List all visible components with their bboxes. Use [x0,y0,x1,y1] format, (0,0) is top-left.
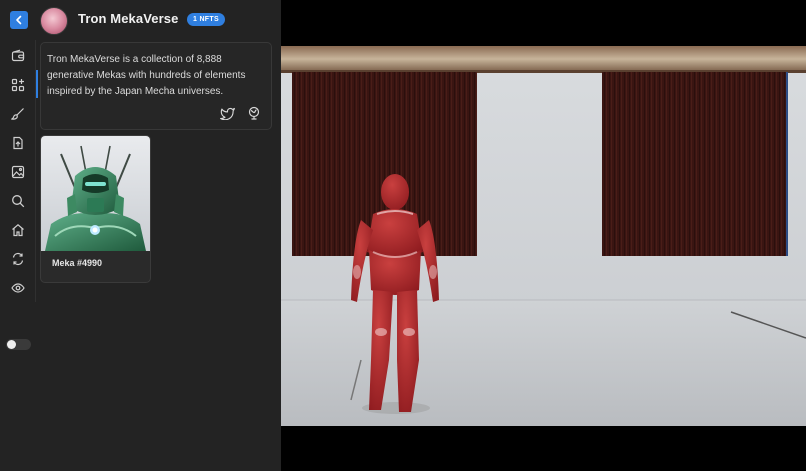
sidebar-item-apps[interactable] [9,76,27,94]
left-panel: Tron MekaVerse 1 NFTS Tron MekaVerse is … [0,0,281,471]
sidebar-item-gallery[interactable] [9,163,27,181]
brush-icon [11,108,24,120]
sidebar-item-upload[interactable] [9,134,27,152]
swap-icon [12,252,24,266]
twitter-link[interactable] [218,104,236,122]
sidebar-item-wallet[interactable] [9,47,27,65]
sidebar-item-home[interactable] [9,221,27,239]
sidebar-item-swap[interactable] [9,250,27,268]
collection-description: Tron MekaVerse is a collection of 8,888 … [47,54,246,97]
upload-icon [13,136,23,150]
website-link[interactable] [245,104,263,122]
collection-description-card: Tron MekaVerse is a collection of 8,888 … [40,42,272,130]
collection-avatar [40,7,68,35]
eye-icon [11,283,25,293]
globe-icon [248,106,260,120]
apps-icon [11,78,25,92]
toggle-knob [7,340,16,349]
nft-count-badge: 1 NFTS [187,13,225,26]
back-button[interactable] [10,11,28,29]
home-icon [12,224,24,237]
chevron-left-icon [16,15,22,25]
nft-card[interactable]: Meka #4990 [40,135,151,283]
collection-title: Tron MekaVerse [78,11,179,26]
theme-toggle[interactable] [6,339,31,350]
twitter-icon [219,107,235,120]
image-icon [11,165,25,179]
nft-name: Meka #4990 [52,258,103,268]
sidebar-item-watch[interactable] [9,279,27,297]
search-icon [12,195,25,208]
rail-active-indicator [36,70,38,98]
nft-thumbnail [41,136,150,251]
3d-viewport[interactable] [281,0,806,471]
wallet-icon [11,49,25,62]
sidebar-item-create[interactable] [9,105,27,123]
sidebar-item-search[interactable] [9,192,27,210]
3d-scene [281,0,806,471]
